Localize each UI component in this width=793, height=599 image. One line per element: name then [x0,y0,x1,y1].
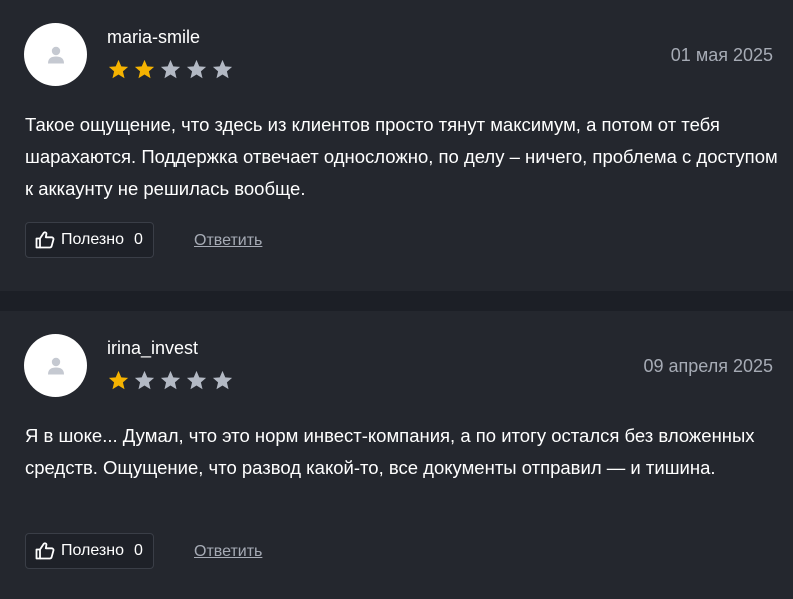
helpful-label: Полезно [61,231,124,248]
thumbs-up-icon [35,231,55,249]
review-username: maria-smile [107,27,201,47]
review-date: 01 мая 2025 [670,45,773,65]
thumbs-up-icon [35,542,55,560]
user-icon [47,357,64,374]
star-rating [107,369,234,391]
user-icon [47,46,64,63]
helpful-button[interactable]: Полезно 0 [25,533,154,569]
star-filled-icon [108,370,129,390]
star-empty-icon [186,59,207,79]
star-filled-icon [108,59,129,79]
avatar [24,334,87,397]
star-empty-icon [212,59,233,79]
review-date: 09 апреля 2025 [643,356,774,376]
star-rating [107,58,234,80]
star-empty-icon [212,370,233,390]
helpful-count: 0 [134,542,143,559]
helpful-button[interactable]: Полезно 0 [25,222,154,258]
reply-link[interactable]: Ответить [194,231,262,251]
review-card: irina_invest 09 апреля 2025 Я в шоке... … [0,311,793,599]
star-empty-icon [160,59,181,79]
star-empty-icon [186,370,207,390]
star-empty-icon [134,370,155,390]
review-text: Я в шоке... Думал, что это норм инвест-к… [25,425,755,478]
review-username: irina_invest [107,338,199,358]
star-empty-icon [160,370,181,390]
helpful-label: Полезно [61,542,124,559]
avatar [24,23,87,86]
review-card: maria-smile 01 мая 2025 Такое ощущение, … [0,0,793,291]
helpful-count: 0 [134,231,143,248]
review-text: Такое ощущение, что здесь из клиентов пр… [25,114,778,199]
reply-link[interactable]: Ответить [194,542,262,562]
star-filled-icon [134,59,155,79]
